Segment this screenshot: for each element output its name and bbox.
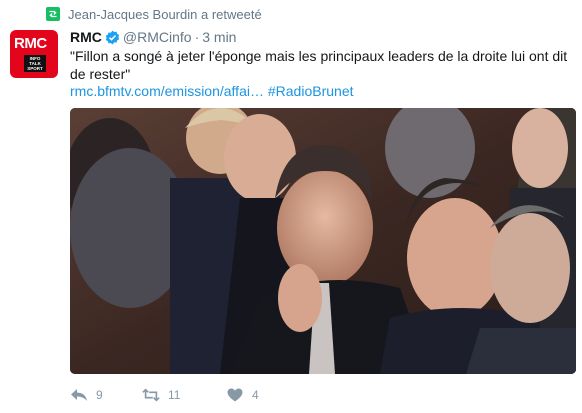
separator: · xyxy=(194,29,200,45)
verified-badge-icon xyxy=(105,30,120,45)
retweet-button[interactable]: 11 xyxy=(142,387,226,403)
tweet-links: rmc.bfmtv.com/emission/affai… #RadioBrun… xyxy=(70,82,354,100)
author-name[interactable]: RMC xyxy=(70,29,102,45)
retweet-count: 11 xyxy=(168,388,181,402)
retweet-icon xyxy=(142,387,160,403)
like-button[interactable]: 4 xyxy=(226,387,286,403)
author-handle[interactable]: @RMCinfo xyxy=(123,29,192,45)
article-link[interactable]: rmc.bfmtv.com/emission/affai… xyxy=(70,83,264,99)
hashtag-link[interactable]: #RadioBrunet xyxy=(268,83,354,99)
avatar[interactable]: RMC INFO TALK SPORT xyxy=(10,30,58,78)
reply-count: 9 xyxy=(96,388,103,402)
photo-image xyxy=(70,108,576,374)
retweet-context: Jean-Jacques Bourdin a retweeté xyxy=(46,5,262,23)
retweet-icon xyxy=(46,7,60,21)
reply-button[interactable]: 9 xyxy=(70,387,142,403)
retweeter-link[interactable]: Jean-Jacques Bourdin a retweeté xyxy=(68,7,262,22)
avatar-logo: RMC xyxy=(14,35,47,52)
tweet-photo[interactable] xyxy=(70,108,576,374)
tweet-header: RMC @RMCinfo · 3 min xyxy=(70,28,236,46)
tweet-text: "Fillon a songé à jeter l'éponge mais le… xyxy=(70,48,568,82)
heart-icon xyxy=(226,387,244,403)
like-count: 4 xyxy=(252,388,259,402)
tweet-actions: 9 11 4 xyxy=(70,384,286,406)
avatar-tag: INFO TALK SPORT xyxy=(24,55,46,72)
reply-icon xyxy=(70,387,88,403)
timestamp[interactable]: 3 min xyxy=(202,29,236,45)
